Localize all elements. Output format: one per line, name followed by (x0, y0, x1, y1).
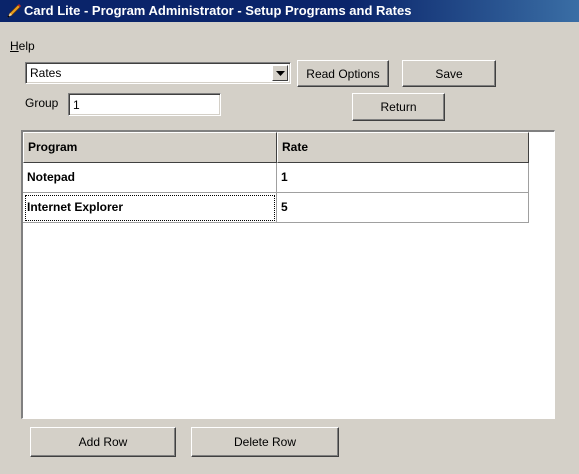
menu-help-mnemonic: H (10, 39, 19, 53)
column-header-program[interactable]: Program (23, 132, 277, 163)
cell-program[interactable]: Notepad (23, 163, 277, 193)
read-options-label: Read Options (306, 66, 380, 81)
group-label: Group (25, 96, 59, 110)
group-input[interactable]: 1 (68, 93, 221, 116)
return-label: Return (380, 100, 417, 114)
cell-program-text: Notepad (27, 170, 75, 184)
options-dropdown-value: Rates (30, 66, 62, 80)
delete-row-button[interactable]: Delete Row (191, 427, 339, 457)
cell-rate-text: 5 (281, 200, 288, 214)
column-header-rate-label: Rate (282, 140, 309, 154)
pencil-icon (7, 4, 21, 18)
add-row-button[interactable]: Add Row (30, 427, 176, 457)
menu-help-label: elp (18, 39, 35, 53)
add-row-label: Add Row (78, 435, 128, 449)
chevron-down-icon (276, 71, 285, 76)
column-header-rate[interactable]: Rate (277, 132, 529, 163)
save-label: Save (435, 66, 463, 81)
cell-rate[interactable]: 1 (277, 163, 529, 193)
delete-row-label: Delete Row (233, 435, 297, 449)
title-bar[interactable]: Card Lite - Program Administrator - Setu… (0, 0, 579, 22)
cell-program-text: Internet Explorer (27, 200, 124, 214)
app-window: Card Lite - Program Administrator - Setu… (0, 0, 579, 474)
window-title: Card Lite - Program Administrator - Setu… (24, 3, 412, 18)
return-button[interactable]: Return (352, 93, 445, 121)
cell-program[interactable]: Internet Explorer (23, 193, 277, 223)
dropdown-arrow-button[interactable] (272, 65, 288, 81)
save-button[interactable]: Save (402, 60, 496, 87)
options-dropdown[interactable]: Rates (25, 62, 291, 84)
menu-help[interactable]: Help (10, 39, 35, 53)
group-input-value: 1 (73, 98, 80, 112)
column-header-program-label: Program (28, 140, 78, 154)
cell-rate-text: 1 (281, 170, 288, 184)
cell-rate[interactable]: 5 (277, 193, 529, 223)
menu-bar: Help (10, 39, 35, 53)
read-options-button[interactable]: Read Options (297, 60, 389, 87)
programs-grid[interactable]: Program Rate Notepad 1 Internet Explorer… (21, 130, 555, 419)
